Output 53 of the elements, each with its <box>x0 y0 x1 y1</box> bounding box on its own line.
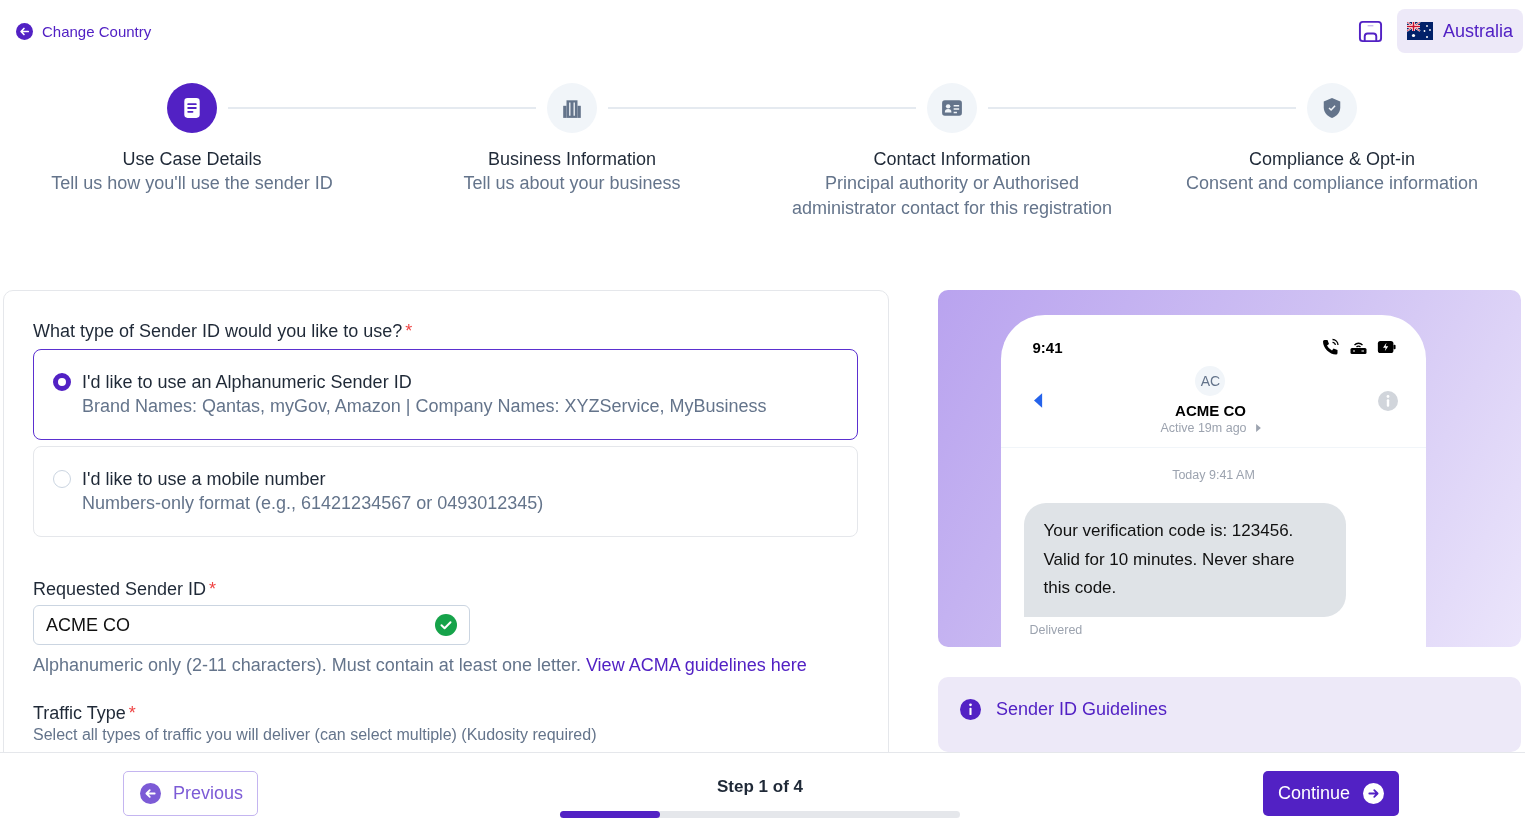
required-mark: * <box>209 579 217 600</box>
battery-charging-icon <box>1376 338 1396 356</box>
step-indicator[interactable] <box>927 83 977 133</box>
step-title: Contact Information <box>873 148 1031 171</box>
tray-icon[interactable] <box>1357 18 1383 44</box>
guidelines-title[interactable]: Sender ID Guidelines <box>996 698 1168 720</box>
document-icon <box>181 97 203 119</box>
info-icon <box>960 698 981 720</box>
step-indicator[interactable] <box>167 83 217 133</box>
status-time: 9:41 <box>1032 338 1063 356</box>
step-title: Use Case Details <box>122 148 262 171</box>
help-text: Alphanumeric only (2-11 characters). Must contain at least one letter. <box>33 655 581 676</box>
step-title: Compliance & Opt-in <box>1248 148 1416 171</box>
id-card-icon <box>941 97 963 119</box>
radio-button[interactable] <box>53 373 71 391</box>
previous-button[interactable]: Previous <box>123 771 259 816</box>
chevron-right-icon <box>1255 424 1261 432</box>
step-counter: Step 1 of 4 <box>717 777 803 797</box>
field-label: Traffic Type <box>33 703 126 724</box>
contact-name: ACME CO <box>1175 402 1246 419</box>
continue-button[interactable]: Continue <box>1263 771 1400 816</box>
field-hint: Select all types of traffic you will deliver (can select multiple) (Kudosity required) <box>33 726 598 744</box>
country-selector[interactable]: Australia <box>1396 9 1523 53</box>
delivery-status: Delivered <box>1029 622 1084 637</box>
field-label: Requested Sender ID <box>33 579 207 600</box>
option-description: Brand Names: Qantas, myGov, Amazon | Company Names: XYZService, MyBusiness <box>82 395 767 418</box>
option-title: I'd like to use an Alphanumeric Sender ID <box>82 371 413 393</box>
message-bubble: Your verification code is: 123456. Valid for 10 minutes. Never share this code. <box>1023 503 1346 617</box>
guidelines-link[interactable]: View ACMA guidelines here <box>585 655 807 676</box>
required-mark: * <box>128 703 136 724</box>
step-title: Business Information <box>487 148 657 171</box>
sender-id-field[interactable]: ACME CO <box>33 605 470 645</box>
radio-option[interactable]: I'd like to use a mobile number Numbers-only format (e.g., 61421234567 or 0493012345) <box>33 446 858 537</box>
change-country-link[interactable]: Change Country <box>16 22 152 40</box>
step-description: Principal authority or Authorised administrator contact for this registration <box>790 172 1114 220</box>
flag-icon <box>1406 22 1433 40</box>
step-indicator[interactable] <box>1307 83 1357 133</box>
building-icon <box>561 97 583 119</box>
option-description: Numbers-only format (e.g., 61421234567 or 0493012345) <box>82 492 544 515</box>
contact-avatar: AC <box>1195 366 1226 396</box>
step-indicator[interactable] <box>547 83 597 133</box>
radio-option[interactable]: I'd like to use an Alphanumeric Sender ID Brand Names: Qantas, myGov, Amazon | Company Names: XYZService, MyBusiness <box>33 349 858 440</box>
step-description: Tell us how you'll use the sender ID <box>50 172 334 195</box>
shield-check-icon <box>1321 97 1343 119</box>
question-label: What type of Sender ID would you like to use? <box>33 321 403 342</box>
required-mark: * <box>405 321 413 342</box>
contact-status: Active 19m ago <box>1160 421 1247 435</box>
back-caret-icon[interactable] <box>1033 393 1043 408</box>
phone-call-icon <box>1320 338 1340 356</box>
step-description: Tell us about your business <box>462 172 682 195</box>
message-timestamp: Today 9:41 AM <box>1171 468 1256 482</box>
option-title: I'd like to use a mobile number <box>82 468 327 490</box>
step-description: Consent and compliance information <box>1184 172 1480 195</box>
